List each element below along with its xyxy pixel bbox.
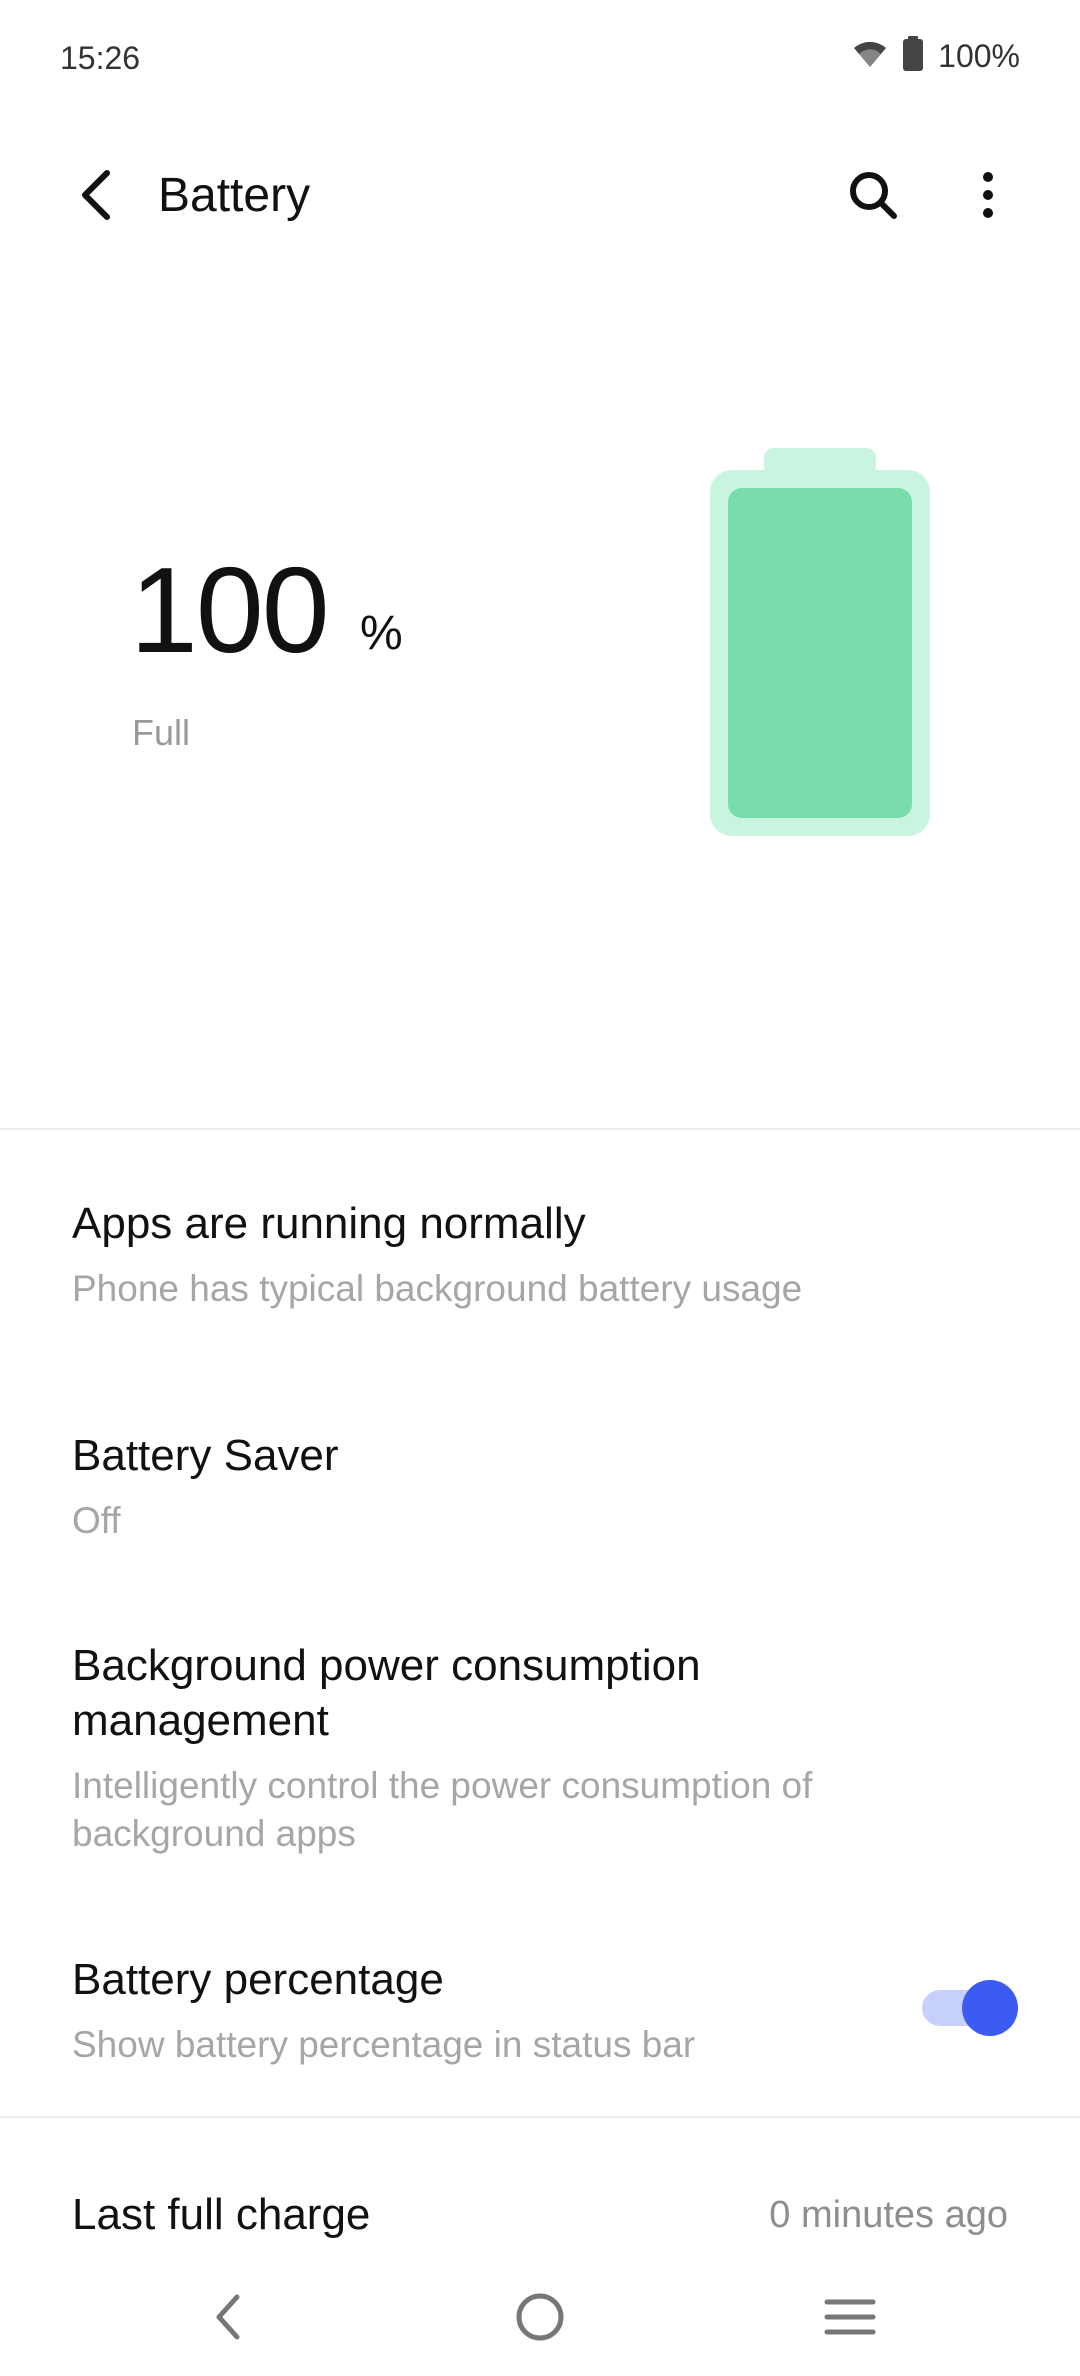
nav-recents-button[interactable]	[810, 2284, 890, 2354]
more-vert-icon	[981, 171, 995, 224]
nav-back-icon	[213, 2293, 243, 2346]
search-button[interactable]	[838, 162, 908, 232]
wifi-icon	[852, 39, 888, 74]
item-subtitle: Off	[72, 1500, 121, 1541]
item-title: Battery Saver	[72, 1431, 339, 1480]
battery-percent-value: 100	[130, 542, 330, 678]
battery-settings-screen: 15:26 100% Battery 100 % Full Apps are r…	[0, 0, 1080, 2376]
status-battery-percent: 100%	[938, 38, 1020, 74]
last-full-charge-value: 0 minutes ago	[769, 2194, 1008, 2236]
last-full-charge-label: Last full charge	[72, 2190, 371, 2239]
item-title: Background power consumption management	[72, 1641, 701, 1745]
navigation-bar	[0, 2270, 1080, 2370]
background-power-item[interactable]: Background power consumption management …	[72, 1638, 952, 1858]
battery-percent-unit: %	[360, 607, 403, 660]
search-icon	[847, 169, 899, 226]
nav-back-button[interactable]	[188, 2284, 268, 2354]
item-title: Battery percentage	[72, 1955, 444, 2004]
item-subtitle: Intelligently control the power consumpt…	[72, 1765, 813, 1854]
apps-running-item[interactable]: Apps are running normally Phone has typi…	[72, 1196, 1012, 1313]
status-bar: 15:26 100%	[0, 0, 1080, 120]
toggle-knob	[962, 1980, 1018, 2036]
nav-home-icon	[515, 2292, 565, 2347]
status-icons: 100%	[852, 36, 1020, 77]
more-options-button[interactable]	[953, 162, 1023, 232]
battery-saver-item[interactable]: Battery Saver Off	[72, 1428, 1012, 1545]
battery-percentage-item[interactable]: Battery percentage Show battery percenta…	[72, 1952, 912, 2069]
item-subtitle: Show battery percentage in status bar	[72, 2024, 696, 2065]
page-title: Battery	[158, 169, 311, 222]
nav-recents-icon	[824, 2297, 876, 2342]
battery-summary: 100 % Full	[0, 260, 1080, 1130]
divider	[0, 2116, 1080, 2118]
status-time: 15:26	[60, 40, 141, 76]
item-subtitle: Phone has typical background battery usa…	[72, 1268, 803, 1309]
back-arrow-icon	[77, 169, 117, 226]
nav-home-button[interactable]	[500, 2284, 580, 2354]
battery-percentage-toggle[interactable]	[922, 1976, 1018, 2036]
battery-art-fill	[728, 488, 912, 818]
battery-icon	[902, 36, 924, 77]
battery-status-text: Full	[132, 712, 191, 753]
back-button[interactable]	[62, 162, 132, 232]
app-bar: Battery	[0, 140, 1080, 260]
item-title: Apps are running normally	[72, 1199, 586, 1248]
battery-level-illustration	[708, 448, 932, 838]
divider	[0, 1128, 1080, 1130]
